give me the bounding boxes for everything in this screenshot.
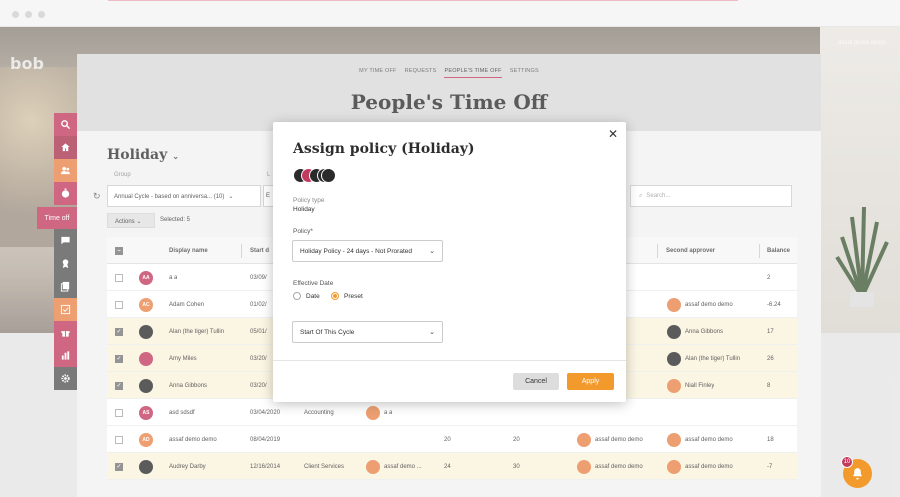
radio-preset[interactable]: Preset [331,292,363,300]
chevron-down-icon: ⌄ [429,329,435,336]
radio-button[interactable] [331,292,339,300]
preset-select-value: Start Of This Cycle [300,329,355,336]
cancel-button[interactable]: Cancel [513,373,559,390]
notification-count-badge: 10 [841,456,853,468]
preset-select[interactable]: Start Of This Cycle ⌄ [292,321,443,343]
policy-select[interactable]: Holiday Policy - 24 days - Not Prorated … [292,240,443,262]
policy-type-value: Holiday [293,206,315,213]
bell-icon [853,468,862,480]
chevron-down-icon: ⌄ [429,248,435,255]
close-icon[interactable]: ✕ [608,127,618,141]
policy-type-label: Policy type [293,197,325,204]
dialog-title: Assign policy (Holiday) [293,141,475,157]
radio-date[interactable]: Date [293,292,320,300]
avatar [321,168,336,183]
assign-policy-dialog: ✕ Assign policy (Holiday) Policy type Ho… [273,122,626,402]
radio-preset-label: Preset [344,292,363,300]
dialog-divider [273,360,626,361]
radio-button[interactable] [293,292,301,300]
policy-label: Policy* [293,228,313,235]
effective-date-label: Effective Date [293,280,334,287]
policy-select-value: Holiday Policy - 24 days - Not Prorated [300,248,412,255]
radio-date-label: Date [306,292,320,300]
apply-button[interactable]: Apply [567,373,614,390]
